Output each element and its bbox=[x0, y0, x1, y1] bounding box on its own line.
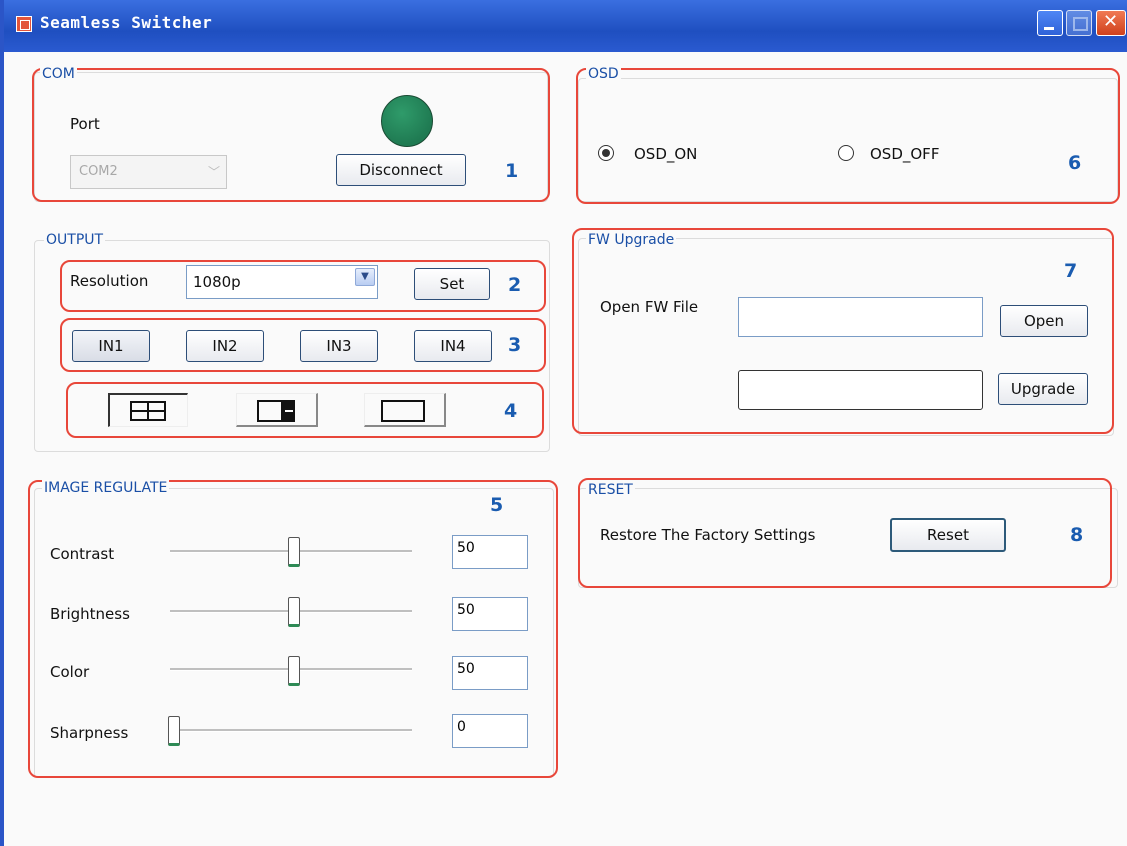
chevron-down-icon: ﹀ bbox=[207, 165, 220, 179]
port-select-value: COM2 bbox=[79, 164, 118, 179]
annotation-number-2: 2 bbox=[508, 274, 522, 296]
resolution-select-value: 1080p bbox=[193, 273, 241, 291]
sharpness-slider-thumb[interactable] bbox=[168, 716, 180, 746]
minimize-button[interactable] bbox=[1037, 10, 1063, 36]
sharpness-value-field[interactable]: 0 bbox=[452, 714, 528, 748]
annotation-number-6: 6 bbox=[1068, 152, 1082, 174]
input-2-button[interactable]: IN2 bbox=[186, 330, 264, 362]
close-button[interactable] bbox=[1096, 10, 1126, 36]
pip-layout-button[interactable] bbox=[236, 393, 318, 427]
upgrade-progress-field bbox=[738, 370, 983, 410]
output-legend: OUTPUT bbox=[44, 232, 106, 248]
fw-upgrade-legend: FW Upgrade bbox=[586, 232, 677, 248]
port-label: Port bbox=[70, 115, 100, 133]
open-fw-file-label: Open FW File bbox=[600, 298, 699, 316]
quad-layout-button[interactable] bbox=[108, 393, 188, 427]
radio-dot bbox=[602, 149, 610, 157]
contrast-slider-thumb[interactable] bbox=[288, 537, 300, 567]
fw-file-path-field[interactable] bbox=[738, 297, 983, 337]
pip-layout-icon bbox=[257, 400, 295, 422]
single-layout-icon bbox=[381, 400, 425, 422]
quad-layout-icon bbox=[130, 401, 166, 421]
status-indicator bbox=[381, 95, 433, 147]
window-title: Seamless Switcher bbox=[40, 13, 213, 32]
chevron-down-icon[interactable]: ▼ bbox=[355, 268, 375, 286]
osd-off-label[interactable]: OSD_OFF bbox=[870, 145, 939, 163]
brightness-slider-thumb[interactable] bbox=[288, 597, 300, 627]
osd-legend: OSD bbox=[586, 66, 621, 82]
annotation-number-7: 7 bbox=[1064, 260, 1078, 282]
contrast-value-field[interactable]: 50 bbox=[452, 535, 528, 569]
open-button[interactable]: Open bbox=[1000, 305, 1088, 337]
osd-on-label[interactable]: OSD_ON bbox=[634, 145, 697, 163]
image-regulate-legend: IMAGE REGULATE bbox=[42, 480, 170, 496]
port-select[interactable]: COM2 ﹀ bbox=[70, 155, 227, 189]
annotation-number-8: 8 bbox=[1070, 524, 1084, 546]
brightness-value-field[interactable]: 50 bbox=[452, 597, 528, 631]
single-layout-button[interactable] bbox=[364, 393, 446, 427]
com-legend: COM bbox=[40, 66, 77, 82]
title-bar[interactable]: Seamless Switcher bbox=[4, 0, 1127, 52]
annotation-number-4: 4 bbox=[504, 400, 518, 422]
resolution-label: Resolution bbox=[70, 272, 149, 290]
annotation-box-6 bbox=[576, 68, 1120, 204]
brightness-label: Brightness bbox=[50, 605, 130, 623]
restore-factory-label: Restore The Factory Settings bbox=[600, 526, 816, 544]
osd-off-radio[interactable] bbox=[838, 145, 854, 161]
maximize-button[interactable] bbox=[1066, 10, 1092, 36]
reset-legend: RESET bbox=[586, 482, 635, 498]
input-4-button[interactable]: IN4 bbox=[414, 330, 492, 362]
app-icon bbox=[16, 16, 32, 32]
upgrade-button[interactable]: Upgrade bbox=[998, 373, 1088, 405]
annotation-number-1: 1 bbox=[505, 160, 519, 182]
sharpness-label: Sharpness bbox=[50, 724, 129, 742]
resolution-select[interactable]: 1080p ▼ bbox=[186, 265, 378, 299]
reset-button[interactable]: Reset bbox=[890, 518, 1006, 552]
set-button[interactable]: Set bbox=[414, 268, 490, 300]
annotation-number-3: 3 bbox=[508, 334, 522, 356]
sharpness-slider-track[interactable] bbox=[170, 729, 412, 732]
color-value-field[interactable]: 50 bbox=[452, 656, 528, 690]
osd-on-radio[interactable] bbox=[598, 145, 614, 161]
color-label: Color bbox=[50, 663, 90, 681]
input-1-button[interactable]: IN1 bbox=[72, 330, 150, 362]
annotation-number-5: 5 bbox=[490, 494, 504, 516]
app-window: Seamless Switcher COM Port COM2 ﹀ Discon… bbox=[0, 0, 1127, 846]
contrast-label: Contrast bbox=[50, 545, 115, 563]
disconnect-button[interactable]: Disconnect bbox=[336, 154, 466, 186]
input-3-button[interactable]: IN3 bbox=[300, 330, 378, 362]
color-slider-thumb[interactable] bbox=[288, 656, 300, 686]
